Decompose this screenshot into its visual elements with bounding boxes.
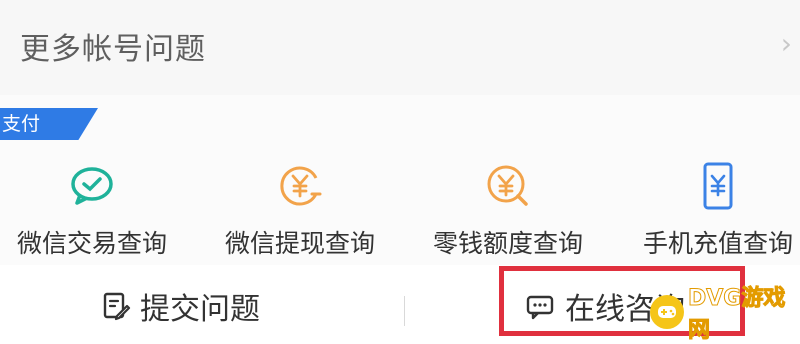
chat-check-icon — [71, 167, 113, 205]
submit-question-button[interactable]: 提交问题 — [100, 284, 260, 328]
service-label: 零钱额度查询 — [432, 229, 583, 258]
wechat-transaction-query[interactable]: 微信交易查询 — [0, 148, 192, 258]
phone-recharge-query[interactable]: 手机充值查询 — [618, 148, 800, 258]
watermark-text: DVG游戏网 — [688, 286, 786, 344]
watermark-logo-icon — [650, 295, 684, 329]
phone-yuan-icon — [703, 162, 733, 210]
yuan-withdraw-icon — [280, 166, 322, 206]
yuan-search-icon — [487, 165, 528, 206]
change-limit-query[interactable]: 零钱额度查询 — [408, 148, 608, 258]
service-label: 微信交易查询 — [16, 229, 167, 258]
submit-question-label: 提交问题 — [140, 292, 260, 327]
chevron-right-icon: › — [780, 27, 792, 60]
edit-document-icon — [103, 292, 131, 321]
more-account-questions-label: 更多帐号问题 — [20, 32, 206, 67]
service-label: 微信提现查询 — [224, 229, 375, 258]
divider — [404, 296, 405, 326]
wechat-withdraw-query[interactable]: 微信提现查询 — [200, 148, 400, 258]
more-account-questions-row[interactable]: 更多帐号问题 › — [0, 0, 800, 95]
service-label: 手机充值查询 — [642, 229, 793, 258]
watermark: DVG游戏网 — [650, 286, 800, 344]
